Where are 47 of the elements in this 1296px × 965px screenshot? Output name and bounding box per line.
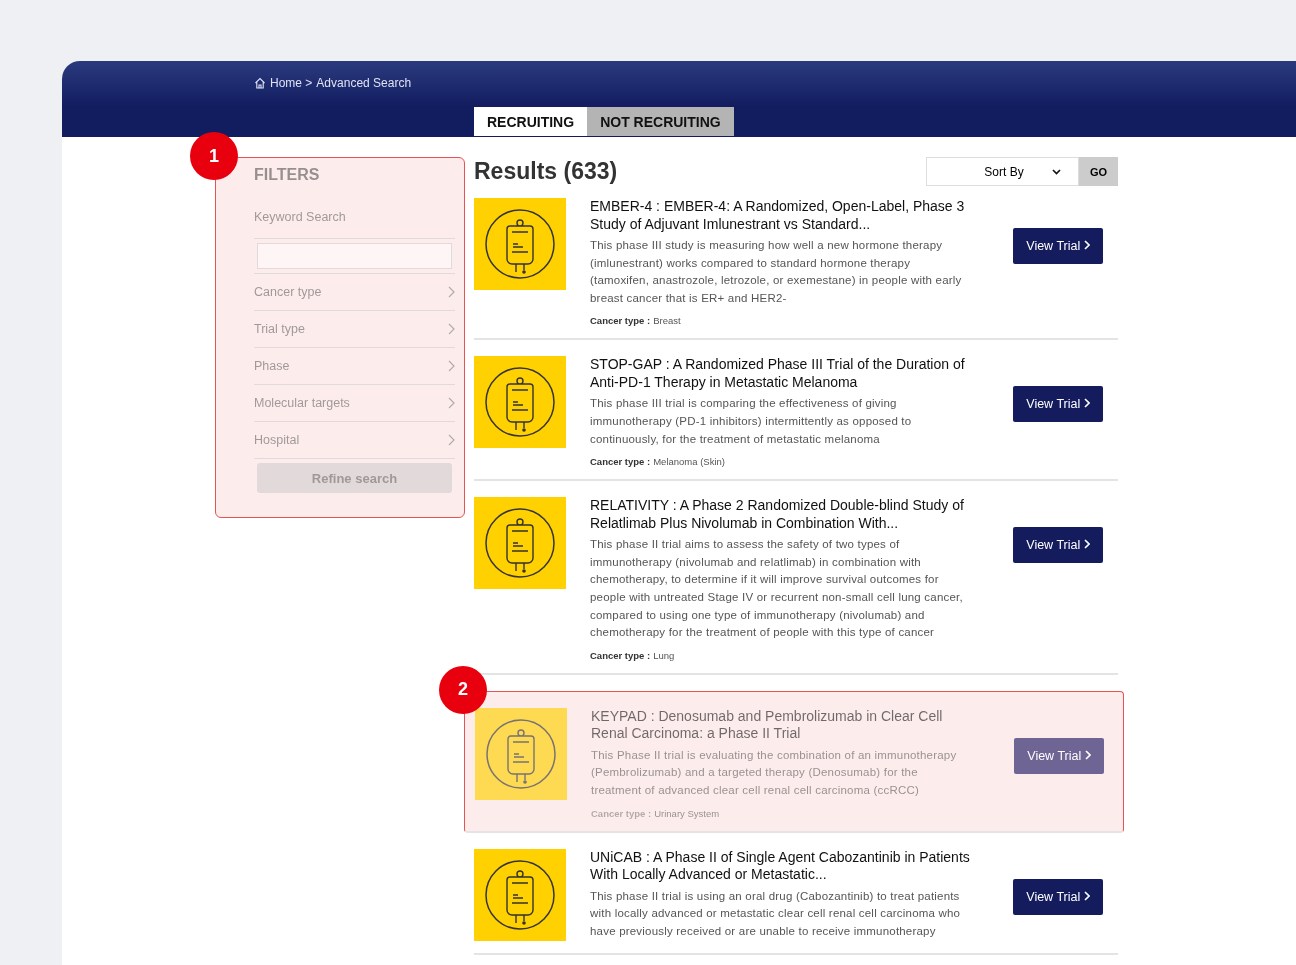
trial-description: This phase III study is measuring how well a new hormone therapy (imlunestrant) works compared to standard hormone therapy (tamoxifen, anastrozole, letrozole, or exemestane) in people with early breast cancer that is ER+ and HER2- — [590, 238, 963, 306]
callout-marker: 1 — [190, 132, 238, 180]
cancer-type-label: Cancer type : — [590, 456, 651, 468]
cancer-type-value: Urinary System — [654, 807, 720, 819]
trial-title[interactable]: STOP-GAP : A Randomized Phase III Trial of the Duration of Anti-PD-1 Therapy in Metastatic Melanoma — [590, 356, 970, 392]
view-trial-button[interactable]: View Trial — [1014, 737, 1104, 774]
chevron-icon — [1083, 890, 1090, 901]
view-trial-button[interactable]: View Trial — [1013, 386, 1103, 423]
cancer-type-value: Lung — [653, 649, 675, 661]
tab[interactable]: RECRUITING — [474, 107, 588, 136]
go-button[interactable]: GO — [1079, 157, 1118, 186]
breadcrumb-link[interactable]: Home > — [270, 76, 313, 90]
chevron-icon — [448, 286, 455, 298]
chevron-icon — [448, 397, 455, 409]
view-trial-button[interactable]: View Trial — [1013, 878, 1103, 915]
chevron-icon — [448, 323, 455, 335]
trial-title[interactable]: RELATIVITY : A Phase 2 Randomized Double-blind Study of Relatlimab Plus Nivolumab in Combination With... — [590, 497, 970, 533]
chevron-icon — [448, 434, 455, 446]
results-title: Results (633) — [474, 158, 618, 185]
trial-title[interactable]: UNiCAB : A Phase II of Single Agent Cabozantinib in Patients With Locally Advanced or Metastatic... — [590, 848, 970, 884]
trial-description: This phase III trial is comparing the effectiveness of giving immunotherapy (PD-1 inhibitors) intermittently as opposed to continuously, for the treatment of metastatic melanoma — [590, 396, 913, 447]
cancer-type-label: Cancer type : — [590, 315, 651, 327]
trial-description: This Phase II trial is evaluating the combination of an immunotherapy (Pembrolizumab) and a targeted therapy (Denosumab) for the treatment of advanced clear cell renal cell carcinoma (ccRCC) — [591, 747, 958, 798]
callout-marker: 2 — [439, 665, 487, 714]
cancer-type-label: Cancer type : — [590, 649, 651, 661]
cancer-type-value: Breast — [653, 315, 681, 327]
cancer-type-label: Cancer type : — [591, 807, 652, 819]
trial-description: This phase II trial is using an oral drug (Cabozantinib) to treat patients with locally advanced or metastatic clear cell renal cell carcinoma who have previously received or are unable to receive immunotherapy — [590, 888, 962, 939]
filters-title: FILTERS — [254, 166, 321, 184]
sort-dropdown[interactable]: Sort By — [926, 157, 1079, 186]
keyword-field[interactable] — [257, 243, 452, 269]
breadcrumb-link[interactable]: Advanced Search — [316, 76, 412, 90]
trial-title[interactable]: EMBER-4 : EMBER-4: A Randomized, Open-Label, Phase 3 Study of Adjuvant Imlunestrant vs Standard... — [590, 198, 970, 233]
chevron-icon — [1084, 749, 1091, 760]
caret-icon — [1051, 168, 1061, 175]
keyword-label: Keyword Search — [254, 210, 347, 224]
cancer-type-value: Melanoma (Skin) — [653, 456, 725, 468]
chevron-icon — [448, 360, 455, 372]
home-icon — [254, 77, 266, 89]
chevron-icon — [1083, 240, 1090, 250]
chevron-icon — [1083, 398, 1090, 409]
view-trial-button[interactable]: View Trial — [1013, 228, 1103, 264]
chevron-icon — [1083, 539, 1090, 550]
tab[interactable]: NOT RECRUITING — [587, 107, 734, 136]
view-trial-button[interactable]: View Trial — [1013, 527, 1103, 564]
trial-title[interactable]: KEYPAD : Denosumab and Pembrolizumab in Clear Cell Renal Carcinoma: a Phase II Trial — [591, 707, 971, 743]
trial-description: This phase II trial aims to assess the safety of two types of immunotherapy (nivolumab and relatlimab) in combination with chemotherapy, to determine if it will improve survival outcomes for people with untreated Stage IV or recurrent non-small cell lung cancer, compared to using one type of immunotherapy (nivolumab) and chemotherapy for the treatment of people with this type of cancer — [590, 537, 964, 641]
